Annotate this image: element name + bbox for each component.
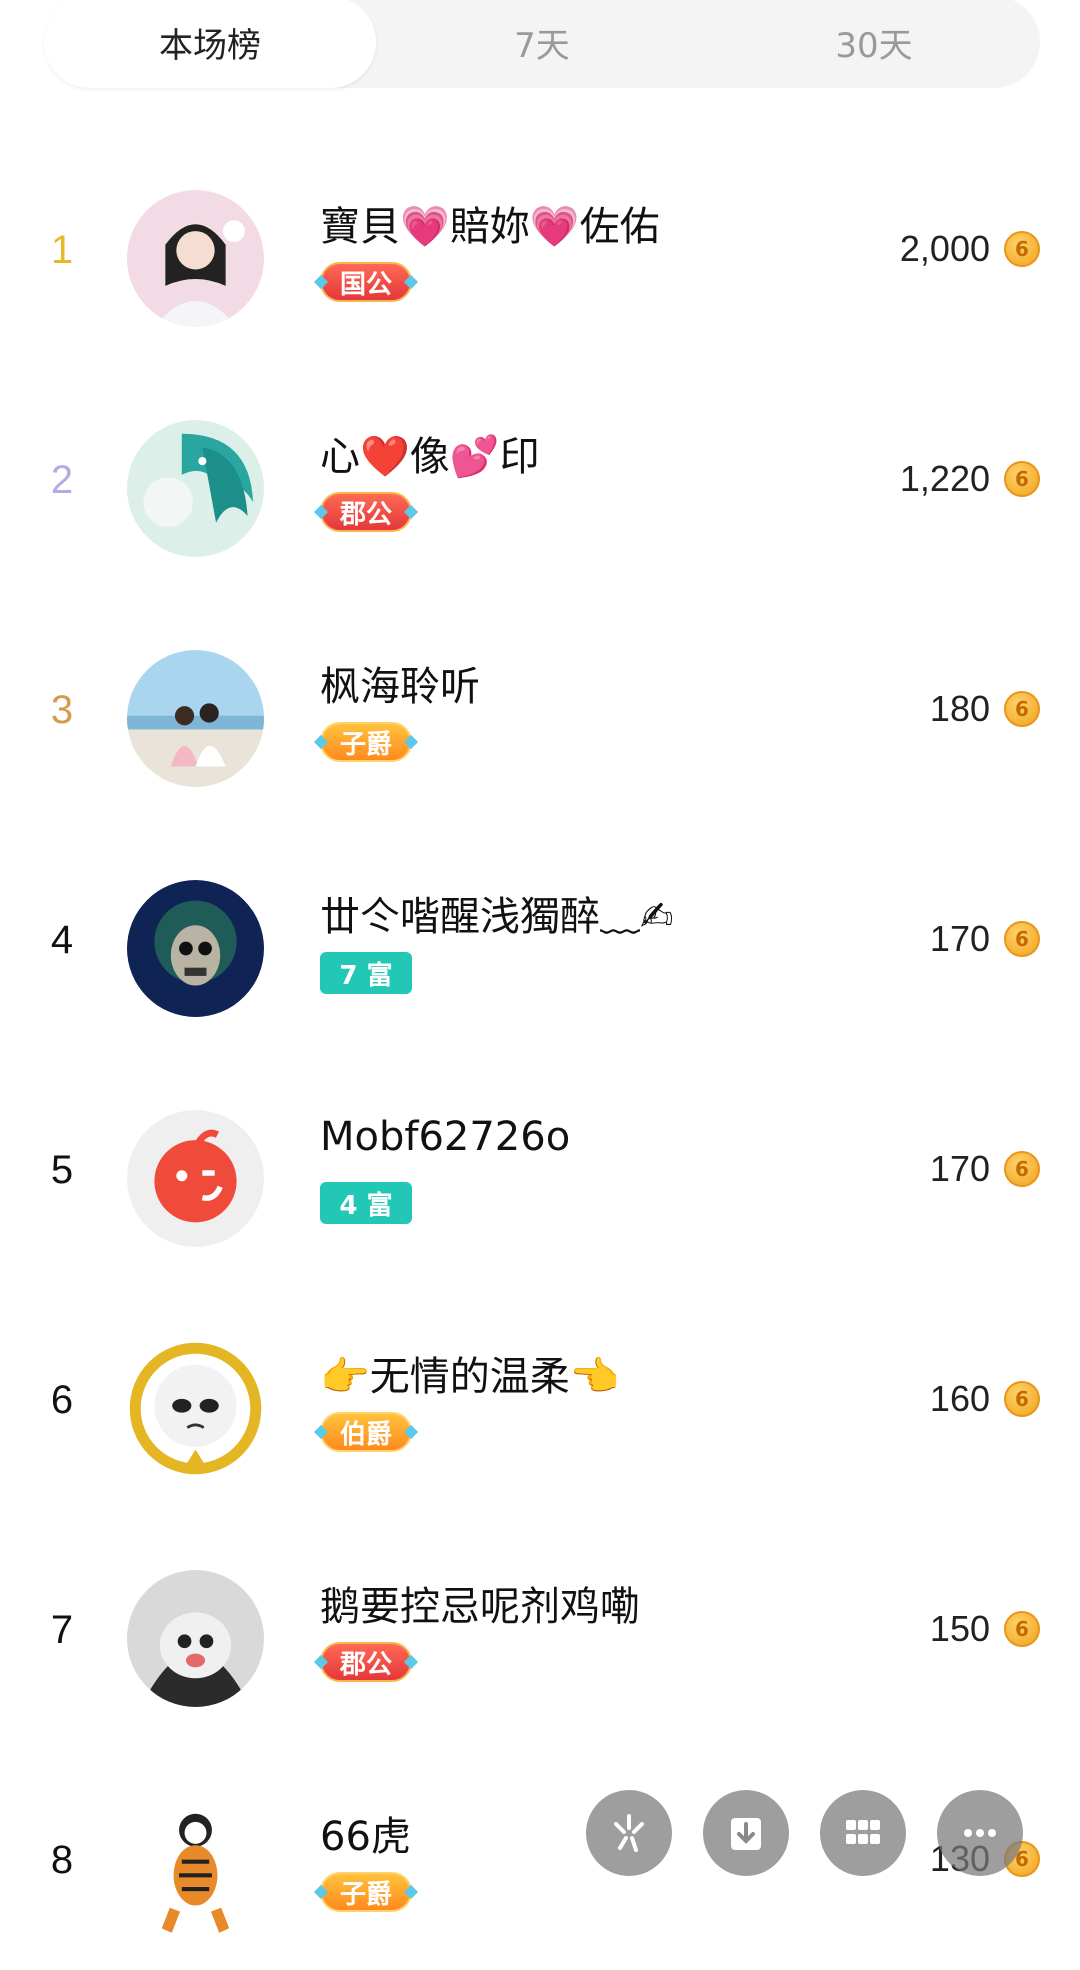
- leaderboard-tabs: 本场榜 7天 30天: [44, 0, 1040, 88]
- score: 1,220: [899, 458, 990, 499]
- avatar[interactable]: [127, 1570, 264, 1707]
- score: 150: [929, 1608, 990, 1649]
- user-name: 👉无情的温柔👈: [320, 1354, 620, 1400]
- rank-number: 8: [50, 1838, 74, 1882]
- rank-number: 2: [50, 458, 74, 502]
- list-item[interactable]: 3 枫海聆听 子爵 180 6: [0, 590, 1080, 820]
- download-button[interactable]: [703, 1790, 789, 1876]
- avatar[interactable]: [127, 420, 264, 557]
- rank-number: 3: [50, 688, 74, 732]
- avatar[interactable]: [127, 1110, 264, 1247]
- list-item[interactable]: 5 Mobf62726o 4 富 170 6: [0, 1050, 1080, 1280]
- title-badge: 国公: [320, 262, 412, 302]
- avatar[interactable]: [127, 1800, 264, 1937]
- list-item[interactable]: 6 👉无情的温柔👈 伯爵 160 6: [0, 1280, 1080, 1510]
- user-name: 心❤️像💕印: [320, 434, 540, 480]
- sparkle-button[interactable]: [586, 1790, 672, 1876]
- title-badge: 子爵: [320, 1872, 412, 1912]
- user-name: 丗仒喈醒浅獨醉﹏✍: [320, 894, 674, 940]
- sparkle-icon: [614, 1814, 644, 1852]
- score: 180: [929, 688, 990, 729]
- wealth-badge: 4 富: [320, 1182, 412, 1224]
- grid-icon: [846, 1820, 880, 1844]
- user-name: 66虎: [320, 1814, 411, 1860]
- score: 170: [929, 1148, 990, 1189]
- score: 160: [929, 1378, 990, 1419]
- coin-icon: 6: [1004, 231, 1040, 267]
- list-item[interactable]: 1 寶貝💗賠妳💗佐佑 国公 2,000 6: [0, 130, 1080, 360]
- score: 2,000: [899, 228, 990, 269]
- coin-icon: 6: [1004, 921, 1040, 957]
- rank-number: 7: [50, 1608, 74, 1652]
- title-badge: 郡公: [320, 1642, 412, 1682]
- rank-number: 6: [50, 1378, 74, 1422]
- tab-this-session[interactable]: 本场榜: [44, 0, 376, 88]
- grid-button[interactable]: [820, 1790, 906, 1876]
- list-item[interactable]: 2 心❤️像💕印 郡公 1,220 6: [0, 360, 1080, 590]
- rank-number: 4: [50, 918, 74, 962]
- user-name: 寶貝💗賠妳💗佐佑: [320, 204, 660, 250]
- score: 170: [929, 918, 990, 959]
- wealth-badge: 7 富: [320, 952, 412, 994]
- more-button[interactable]: [937, 1790, 1023, 1876]
- avatar[interactable]: [127, 880, 264, 1017]
- list-item[interactable]: 4 丗仒喈醒浅獨醉﹏✍ 7 富 170 6: [0, 820, 1080, 1050]
- title-badge: 郡公: [320, 492, 412, 532]
- user-name: Mobf62726o: [320, 1114, 571, 1160]
- avatar[interactable]: [127, 650, 264, 787]
- download-icon: [731, 1818, 761, 1850]
- tab-30-days[interactable]: 30天: [708, 0, 1040, 88]
- avatar[interactable]: [127, 1340, 264, 1477]
- coin-icon: 6: [1004, 461, 1040, 497]
- title-badge: 子爵: [320, 722, 412, 762]
- coin-icon: 6: [1004, 1611, 1040, 1647]
- rank-number: 5: [50, 1148, 74, 1192]
- title-badge: 伯爵: [320, 1412, 412, 1452]
- more-icon: [964, 1829, 996, 1837]
- user-name: 枫海聆听: [320, 664, 480, 710]
- list-item[interactable]: 8 66虎 子爵 130 6: [0, 1740, 1080, 1970]
- coin-icon: 6: [1004, 1151, 1040, 1187]
- avatar[interactable]: [127, 190, 264, 327]
- user-name: 鹅要控忌呢剂鸡嘞: [320, 1584, 640, 1630]
- list-item[interactable]: 7 鹅要控忌呢剂鸡嘞 郡公 150 6: [0, 1510, 1080, 1740]
- tab-7-days[interactable]: 7天: [376, 0, 708, 88]
- rank-number: 1: [50, 228, 74, 272]
- coin-icon: 6: [1004, 691, 1040, 727]
- coin-icon: 6: [1004, 1381, 1040, 1417]
